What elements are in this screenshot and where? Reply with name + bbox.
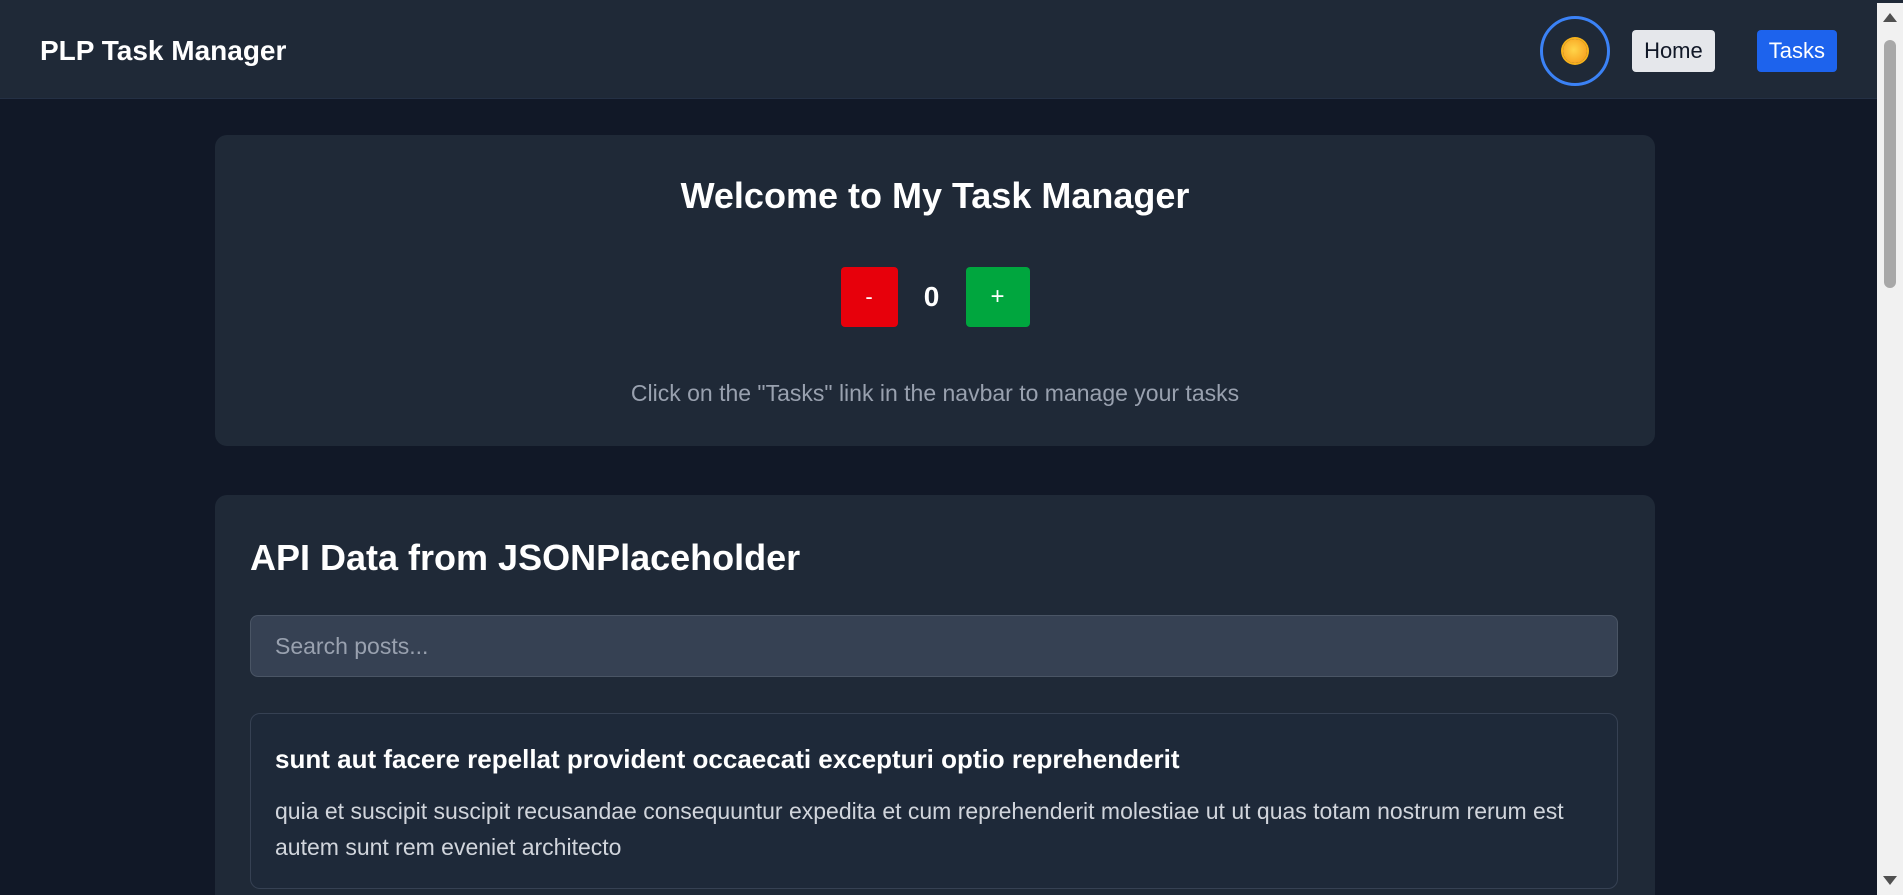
sun-icon xyxy=(1563,38,1588,63)
welcome-hint: Click on the "Tasks" link in the navbar … xyxy=(630,380,1240,406)
welcome-card: Welcome to My Task Manager - 0 + Click o… xyxy=(215,135,1655,446)
nav-actions: Home Tasks xyxy=(1540,15,1837,86)
welcome-title: Welcome to My Task Manager xyxy=(680,175,1190,216)
scroll-thumb[interactable] xyxy=(1884,40,1896,288)
theme-toggle-button[interactable] xyxy=(1540,15,1611,86)
search-posts-input[interactable] xyxy=(250,615,1618,677)
decrement-button[interactable]: - xyxy=(840,267,898,327)
scroll-down-arrow-icon[interactable] xyxy=(1883,876,1897,885)
post-title: sunt aut facere repellat provident occae… xyxy=(275,744,1180,774)
counter-value: 0 xyxy=(923,281,940,312)
post-item[interactable]: sunt aut facere repellat provident occae… xyxy=(250,713,1618,889)
scroll-up-arrow-icon[interactable] xyxy=(1883,13,1897,22)
post-body: quia et suscipit suscipit recusandae con… xyxy=(275,798,1564,860)
api-data-card: API Data from JSONPlaceholder sunt aut f… xyxy=(215,495,1655,895)
api-section-title: API Data from JSONPlaceholder xyxy=(250,537,801,578)
counter: - 0 + xyxy=(215,267,1655,327)
brand-title[interactable]: PLP Task Manager xyxy=(40,35,286,67)
increment-button[interactable]: + xyxy=(965,267,1030,327)
nav-home-link[interactable]: Home xyxy=(1632,29,1715,72)
navbar: PLP Task Manager Home Tasks xyxy=(0,3,1877,99)
page-scrollbar[interactable] xyxy=(1877,3,1903,895)
nav-tasks-link[interactable]: Tasks xyxy=(1756,29,1837,72)
